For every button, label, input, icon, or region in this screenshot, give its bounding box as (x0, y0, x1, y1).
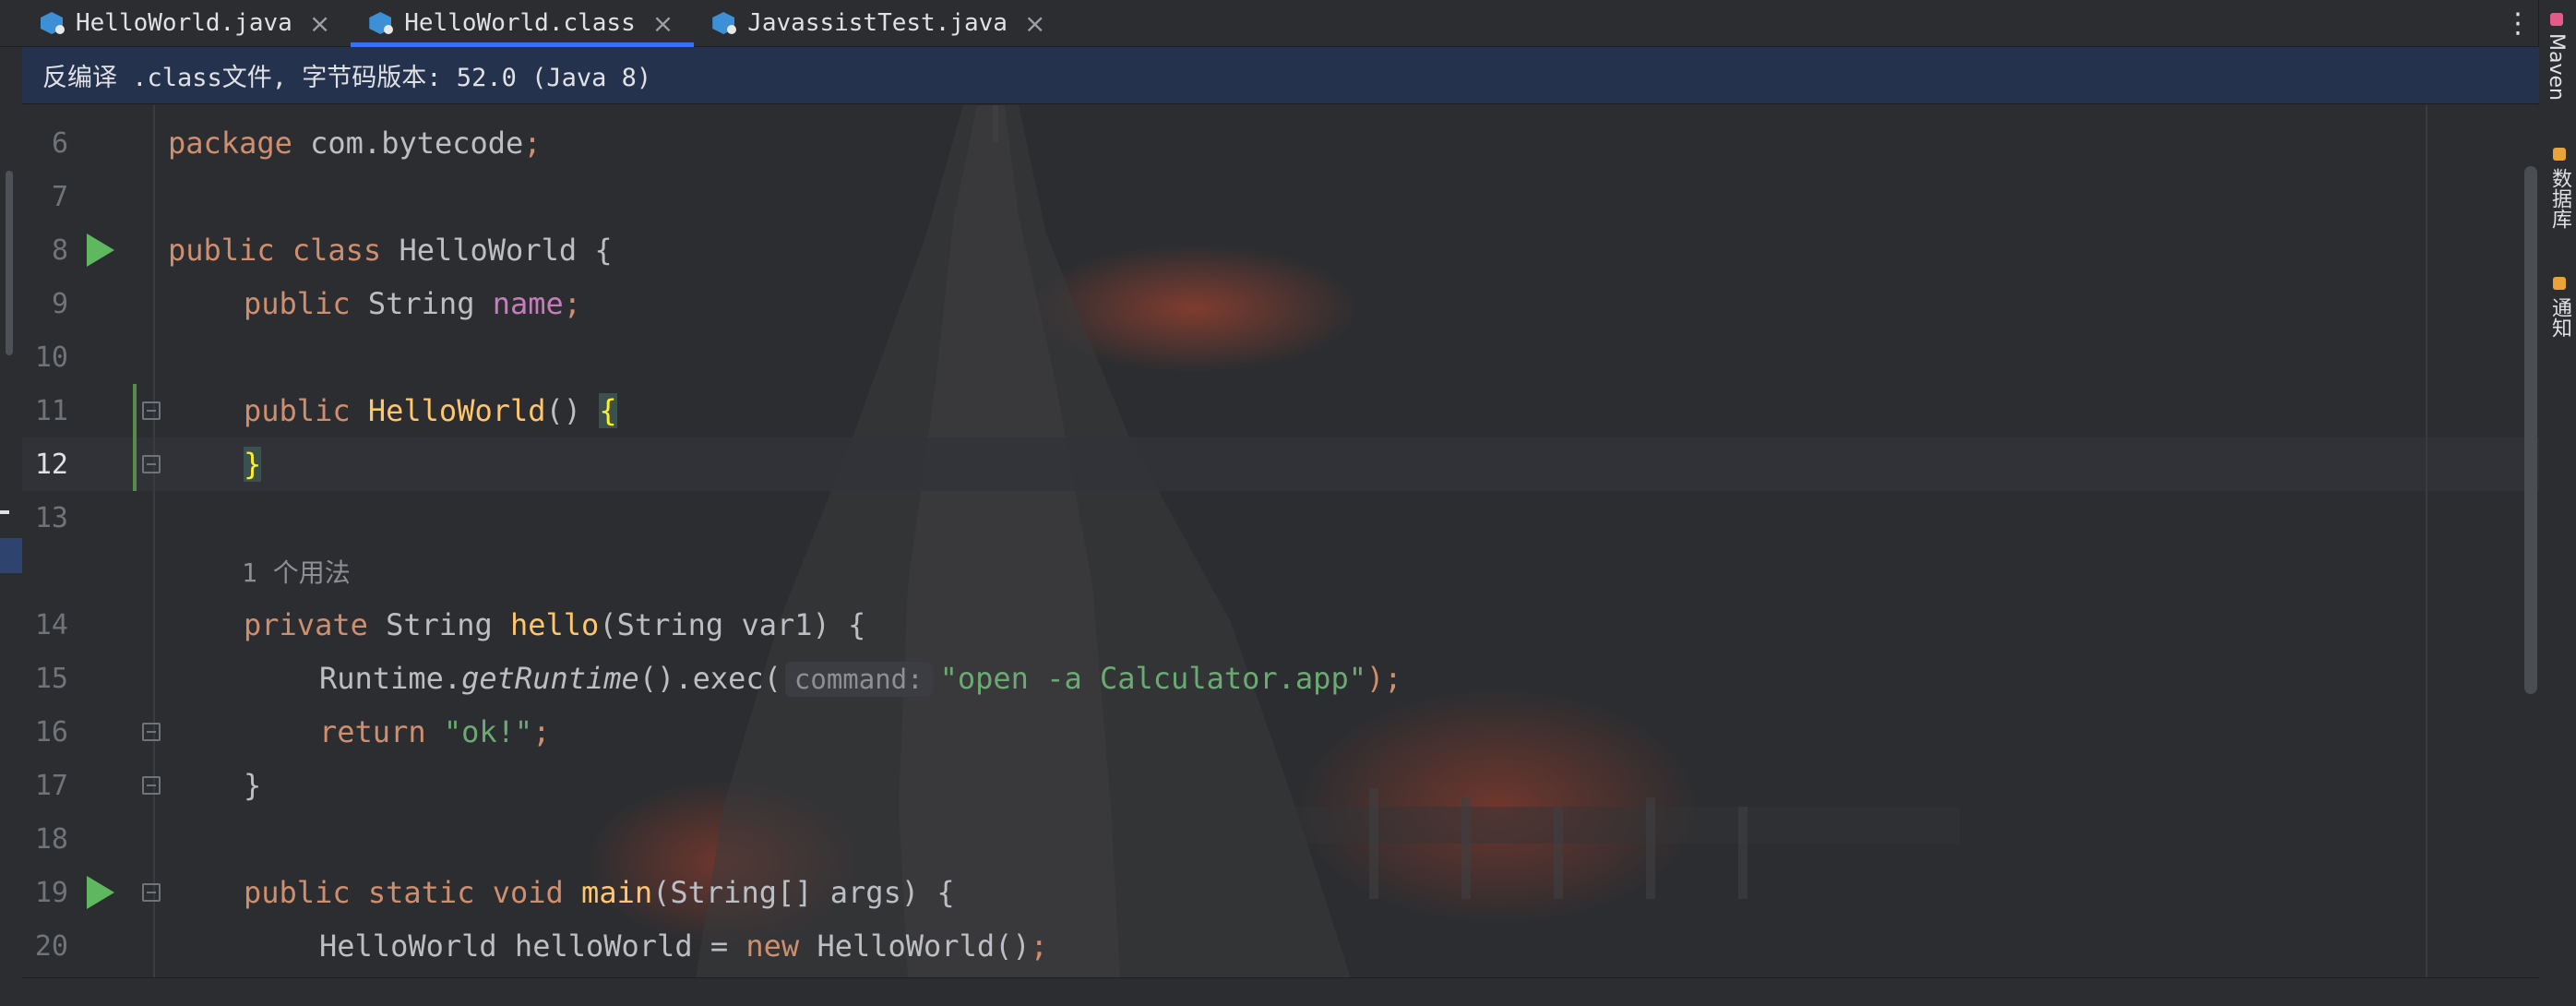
maven-icon (2549, 13, 2563, 26)
line-number: 19 (34, 876, 68, 909)
code-text[interactable]: } (244, 447, 262, 482)
code-line[interactable]: 15 Runtime.getRuntime().exec(command: "op… (22, 652, 2539, 705)
left-selection-indicator (0, 538, 22, 573)
tool-label: 通知 (2548, 297, 2571, 338)
maven-tool-button[interactable]: Maven (2545, 13, 2568, 101)
line-number: 14 (34, 608, 68, 641)
code-text[interactable]: package com.bytecode; (168, 126, 542, 161)
line-number: 15 (34, 662, 68, 695)
code-text[interactable]: } (244, 768, 261, 803)
code-text[interactable]: public HelloWorld() { (244, 393, 617, 428)
code-line[interactable]: 13 (22, 491, 2539, 545)
line-number: 7 (51, 180, 68, 213)
tool-label: Maven (2545, 33, 2568, 101)
usage-hint-line: 1 个用法 (22, 545, 2539, 598)
tab-label: JavassistTest.java (747, 9, 1008, 37)
line-number: 11 (34, 394, 68, 427)
run-icon[interactable] (87, 234, 114, 267)
database-icon (2553, 148, 2566, 161)
run-icon[interactable] (87, 876, 114, 909)
code-line[interactable]: 16 return "ok!"; (22, 705, 2539, 759)
tab-label: HelloWorld.class (404, 9, 636, 37)
code-text[interactable]: public String name; (244, 286, 581, 321)
code-text[interactable]: private String hello(String var1) { (244, 607, 865, 642)
fold-icon[interactable] (142, 776, 161, 795)
horizontal-scrollbar-track[interactable] (22, 977, 2539, 1006)
code-line[interactable]: 7 (22, 170, 2539, 223)
line-number: 16 (34, 715, 68, 749)
code-line[interactable]: 12 } (22, 437, 2539, 491)
code-line[interactable]: 17 } (22, 759, 2539, 812)
code-line[interactable]: 14 private String hello(String var1) { (22, 598, 2539, 652)
bell-icon (2553, 277, 2566, 290)
line-number: 9 (51, 287, 68, 320)
code-line[interactable]: 18 (22, 812, 2539, 866)
left-tool-strip (0, 0, 23, 1006)
line-number: 18 (34, 822, 68, 856)
tab-label: HelloWorld.java (76, 9, 292, 37)
line-number: 20 (34, 929, 68, 963)
fold-icon[interactable] (142, 723, 161, 741)
code-editor[interactable]: 6 package com.bytecode; 7 8 public class… (22, 105, 2539, 978)
fold-icon[interactable] (142, 455, 161, 473)
code-line[interactable]: 8 public class HelloWorld { (22, 223, 2539, 277)
fold-icon[interactable] (142, 883, 161, 902)
line-number: 12 (34, 448, 68, 481)
code-text[interactable]: Runtime.getRuntime().exec(command: "open … (319, 661, 1402, 697)
close-icon[interactable]: × (652, 8, 674, 39)
banner-text: 反编译 .class文件, 字节码版本: 52.0 (Java 8) (42, 64, 652, 92)
line-number: 13 (34, 501, 68, 534)
tab-helloworld-java[interactable]: HelloWorld.java × (22, 0, 351, 46)
class-file-icon (369, 12, 394, 34)
vertical-scrollbar[interactable] (2524, 166, 2537, 694)
tab-javassisttest-java[interactable]: JavassistTest.java × (694, 0, 1066, 46)
close-icon[interactable]: × (309, 8, 330, 39)
close-icon[interactable]: × (1024, 8, 1045, 39)
code-text[interactable]: public static void main(String[] args) { (244, 875, 955, 910)
tool-label: 数据库 (2548, 168, 2571, 229)
code-line[interactable]: 11 public HelloWorld() { (22, 384, 2539, 437)
right-tool-strip: Maven 数据库 通知 (2538, 0, 2576, 1006)
left-scrollbar[interactable] (6, 171, 13, 355)
more-options-icon[interactable]: ⋮ (2504, 7, 2532, 40)
line-number: 8 (51, 234, 68, 267)
code-text[interactable]: public class HelloWorld { (168, 233, 613, 268)
java-file-icon (41, 12, 65, 34)
code-line[interactable]: 10 (22, 330, 2539, 384)
editor-tab-bar: HelloWorld.java × HelloWorld.class × Jav… (0, 0, 2546, 47)
fold-icon[interactable] (142, 401, 161, 420)
code-text[interactable]: return "ok!"; (319, 714, 550, 749)
decompiled-notice-banner: 反编译 .class文件, 字节码版本: 52.0 (Java 8) (22, 47, 2539, 104)
code-line[interactable]: 6 package com.bytecode; (22, 116, 2539, 170)
code-line[interactable]: 20 HelloWorld helloWorld = new HelloWorl… (22, 919, 2539, 973)
left-strip-marker (0, 510, 9, 514)
code-line[interactable]: 19 public static void main(String[] args… (22, 866, 2539, 919)
notifications-tool-button[interactable]: 通知 (2545, 277, 2574, 338)
code-text[interactable]: HelloWorld helloWorld = new HelloWorld()… (319, 928, 1048, 964)
usage-hint[interactable]: 1 个用法 (242, 553, 351, 590)
line-number: 6 (51, 126, 68, 160)
tab-helloworld-class[interactable]: HelloWorld.class × (351, 0, 695, 47)
line-number: 10 (34, 341, 68, 374)
code-line[interactable]: 9 public String name; (22, 277, 2539, 330)
java-file-icon (712, 12, 737, 34)
database-tool-button[interactable]: 数据库 (2545, 148, 2574, 229)
parameter-hint: command: (784, 662, 933, 697)
line-number: 17 (34, 769, 68, 802)
